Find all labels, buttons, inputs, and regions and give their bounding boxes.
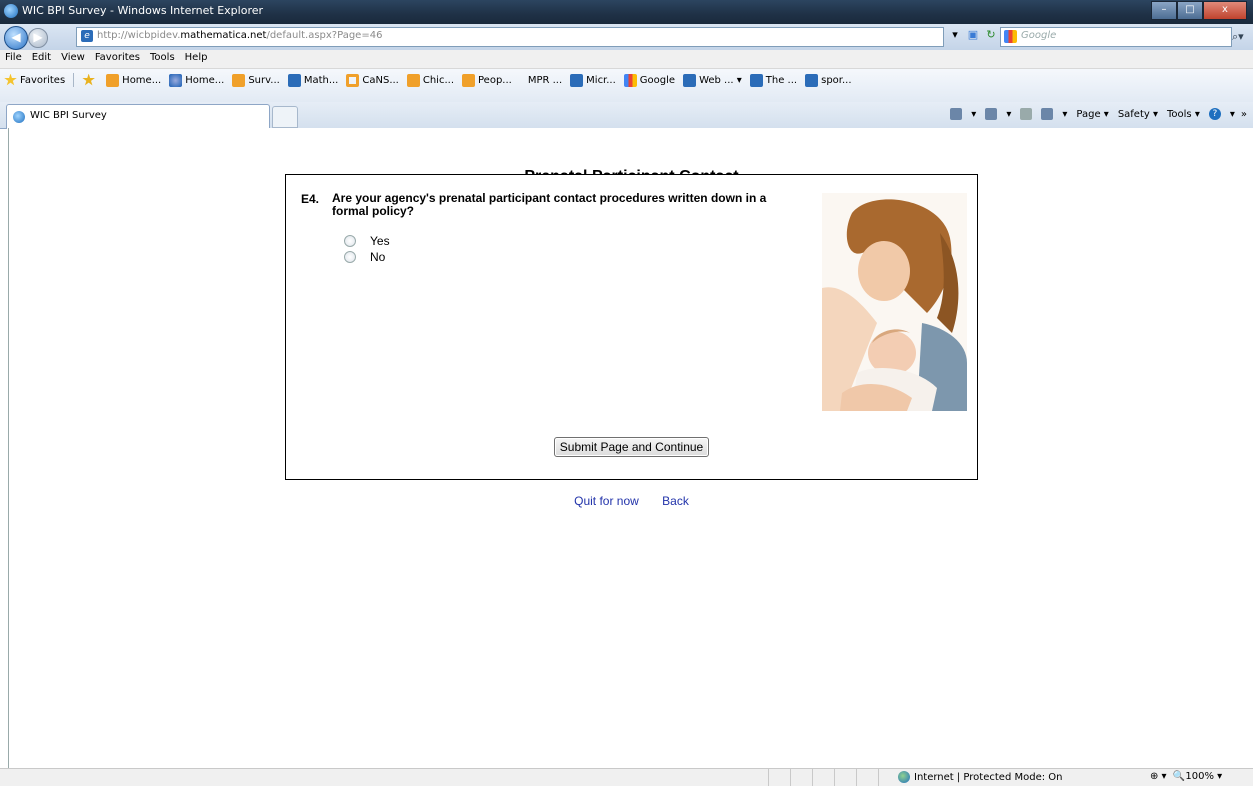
- help-icon[interactable]: ?: [1208, 108, 1221, 120]
- favorite-link[interactable]: The ...: [749, 73, 797, 87]
- favorite-link[interactable]: Math...: [287, 73, 338, 87]
- tab-wic-bpi-survey[interactable]: WIC BPI Survey: [6, 104, 270, 129]
- question-text: Are your agency's prenatal participant c…: [332, 191, 767, 218]
- forward-arrow-icon[interactable]: ▶: [28, 28, 48, 48]
- ie-icon: [749, 73, 763, 87]
- maximize-button[interactable]: □: [1177, 1, 1203, 20]
- tab-bar: WIC BPI Survey ▾ ▾ ▾ Page ▾ Safety ▾ Too…: [0, 102, 1253, 129]
- ring-icon: [346, 73, 360, 87]
- favorite-link[interactable]: Chic...: [406, 73, 454, 87]
- menu-bar: File Edit View Favorites Tools Help: [0, 50, 1253, 69]
- print-icon[interactable]: [1041, 108, 1054, 120]
- address-url: http://wicbpidev.mathematica.net/default…: [97, 30, 383, 41]
- title-bar: WIC BPI Survey - Windows Internet Explor…: [0, 0, 1253, 24]
- close-button[interactable]: x: [1203, 1, 1247, 20]
- rss-icon: [406, 73, 420, 87]
- page-content: Prenatal Participant Contact E4. Are you…: [8, 128, 1253, 768]
- favorites-bar: Favorites Home... Home... Surv... Math..…: [0, 69, 1253, 103]
- menu-view[interactable]: View: [56, 50, 90, 63]
- refresh-icon[interactable]: ↻: [984, 28, 998, 42]
- add-favorite-icon[interactable]: [82, 73, 98, 87]
- back-arrow-icon[interactable]: ◀: [4, 26, 28, 50]
- status-bar: Internet | Protected Mode: On ⊕ ▾ 🔍100% …: [0, 768, 1253, 786]
- ie-logo-icon: [4, 4, 18, 18]
- ie-icon: [13, 111, 25, 123]
- menu-edit[interactable]: Edit: [27, 50, 56, 63]
- menu-favorites[interactable]: Favorites: [90, 50, 145, 63]
- home-icon[interactable]: [950, 108, 963, 120]
- favorite-link[interactable]: Home...: [106, 73, 161, 87]
- favorites-button[interactable]: Favorites: [4, 73, 65, 87]
- address-bar[interactable]: e http://wicbpidev.mathematica.net/defau…: [76, 27, 944, 47]
- new-tab-button[interactable]: [272, 106, 298, 128]
- no-radio[interactable]: [344, 251, 356, 263]
- favorite-link[interactable]: CaNS...: [346, 73, 399, 87]
- mother-baby-photo: [822, 193, 967, 411]
- search-input[interactable]: Google: [1000, 27, 1232, 47]
- navigation-bar: ◀ ▶ e http://wicbpidev.mathematica.net/d…: [0, 24, 1253, 50]
- menu-tools[interactable]: Tools: [145, 50, 180, 63]
- dropdown-icon[interactable]: ▾: [1062, 109, 1067, 120]
- favorite-link[interactable]: Surv...: [232, 73, 280, 87]
- question-panel: E4. Are your agency's prenatal participa…: [285, 174, 978, 480]
- back-link[interactable]: Back: [662, 494, 689, 508]
- page-favicon-icon: e: [81, 30, 93, 42]
- page-menu-button[interactable]: Page ▾: [1076, 109, 1108, 120]
- yes-radio[interactable]: [344, 235, 356, 247]
- dropdown-icon[interactable]: ▾: [948, 28, 962, 42]
- quit-link[interactable]: Quit for now: [574, 494, 639, 508]
- zoom-control[interactable]: ⊕ ▾ 🔍100% ▾: [1150, 771, 1222, 782]
- favorite-link[interactable]: Home...: [169, 73, 224, 87]
- no-label: No: [370, 250, 386, 264]
- favorite-link[interactable]: spor...: [805, 73, 852, 87]
- nav-links: Quit for now Back: [9, 494, 1253, 508]
- ie-icon: [683, 73, 697, 87]
- menu-help[interactable]: Help: [180, 50, 213, 63]
- compatibility-icon[interactable]: ▣: [966, 28, 980, 42]
- favorite-link[interactable]: Peop...: [462, 73, 512, 87]
- submit-button[interactable]: Submit Page and Continue: [554, 437, 709, 457]
- ie-icon: [287, 73, 301, 87]
- option-no[interactable]: No: [344, 250, 385, 264]
- google-icon: [623, 73, 637, 87]
- feeds-icon[interactable]: [985, 108, 998, 120]
- search-icon[interactable]: ⌕▾: [1232, 30, 1244, 44]
- ie-icon: [805, 73, 819, 87]
- yes-label: Yes: [370, 234, 390, 248]
- ie-icon: [570, 73, 584, 87]
- favorite-link[interactable]: Micr...: [570, 73, 616, 87]
- favorite-link[interactable]: Web ... ▾: [683, 73, 742, 87]
- rss-icon: [106, 73, 120, 87]
- dropdown-icon[interactable]: ▾: [1230, 109, 1235, 120]
- option-yes[interactable]: Yes: [344, 234, 390, 248]
- favorite-link[interactable]: MPR ...: [528, 75, 562, 86]
- star-icon: [4, 73, 17, 86]
- safety-menu-button[interactable]: Safety ▾: [1118, 109, 1158, 120]
- rss-icon: [232, 73, 246, 87]
- question-number: E4.: [301, 192, 320, 206]
- tools-menu-button[interactable]: Tools ▾: [1167, 109, 1200, 120]
- home-icon: [169, 73, 183, 87]
- globe-icon: [898, 771, 910, 783]
- google-icon: [1004, 30, 1017, 43]
- mail-icon[interactable]: [1020, 108, 1033, 120]
- security-zone[interactable]: Internet | Protected Mode: On: [898, 771, 1062, 783]
- favorite-link[interactable]: Google: [623, 73, 675, 87]
- window-title: WIC BPI Survey - Windows Internet Explor…: [22, 4, 264, 17]
- chevron-icon[interactable]: »: [1241, 109, 1247, 120]
- menu-file[interactable]: File: [0, 50, 27, 63]
- dropdown-icon[interactable]: ▾: [971, 109, 976, 120]
- minimize-button[interactable]: –: [1151, 1, 1177, 20]
- rss-icon: [462, 73, 475, 87]
- dropdown-icon[interactable]: ▾: [1006, 109, 1011, 120]
